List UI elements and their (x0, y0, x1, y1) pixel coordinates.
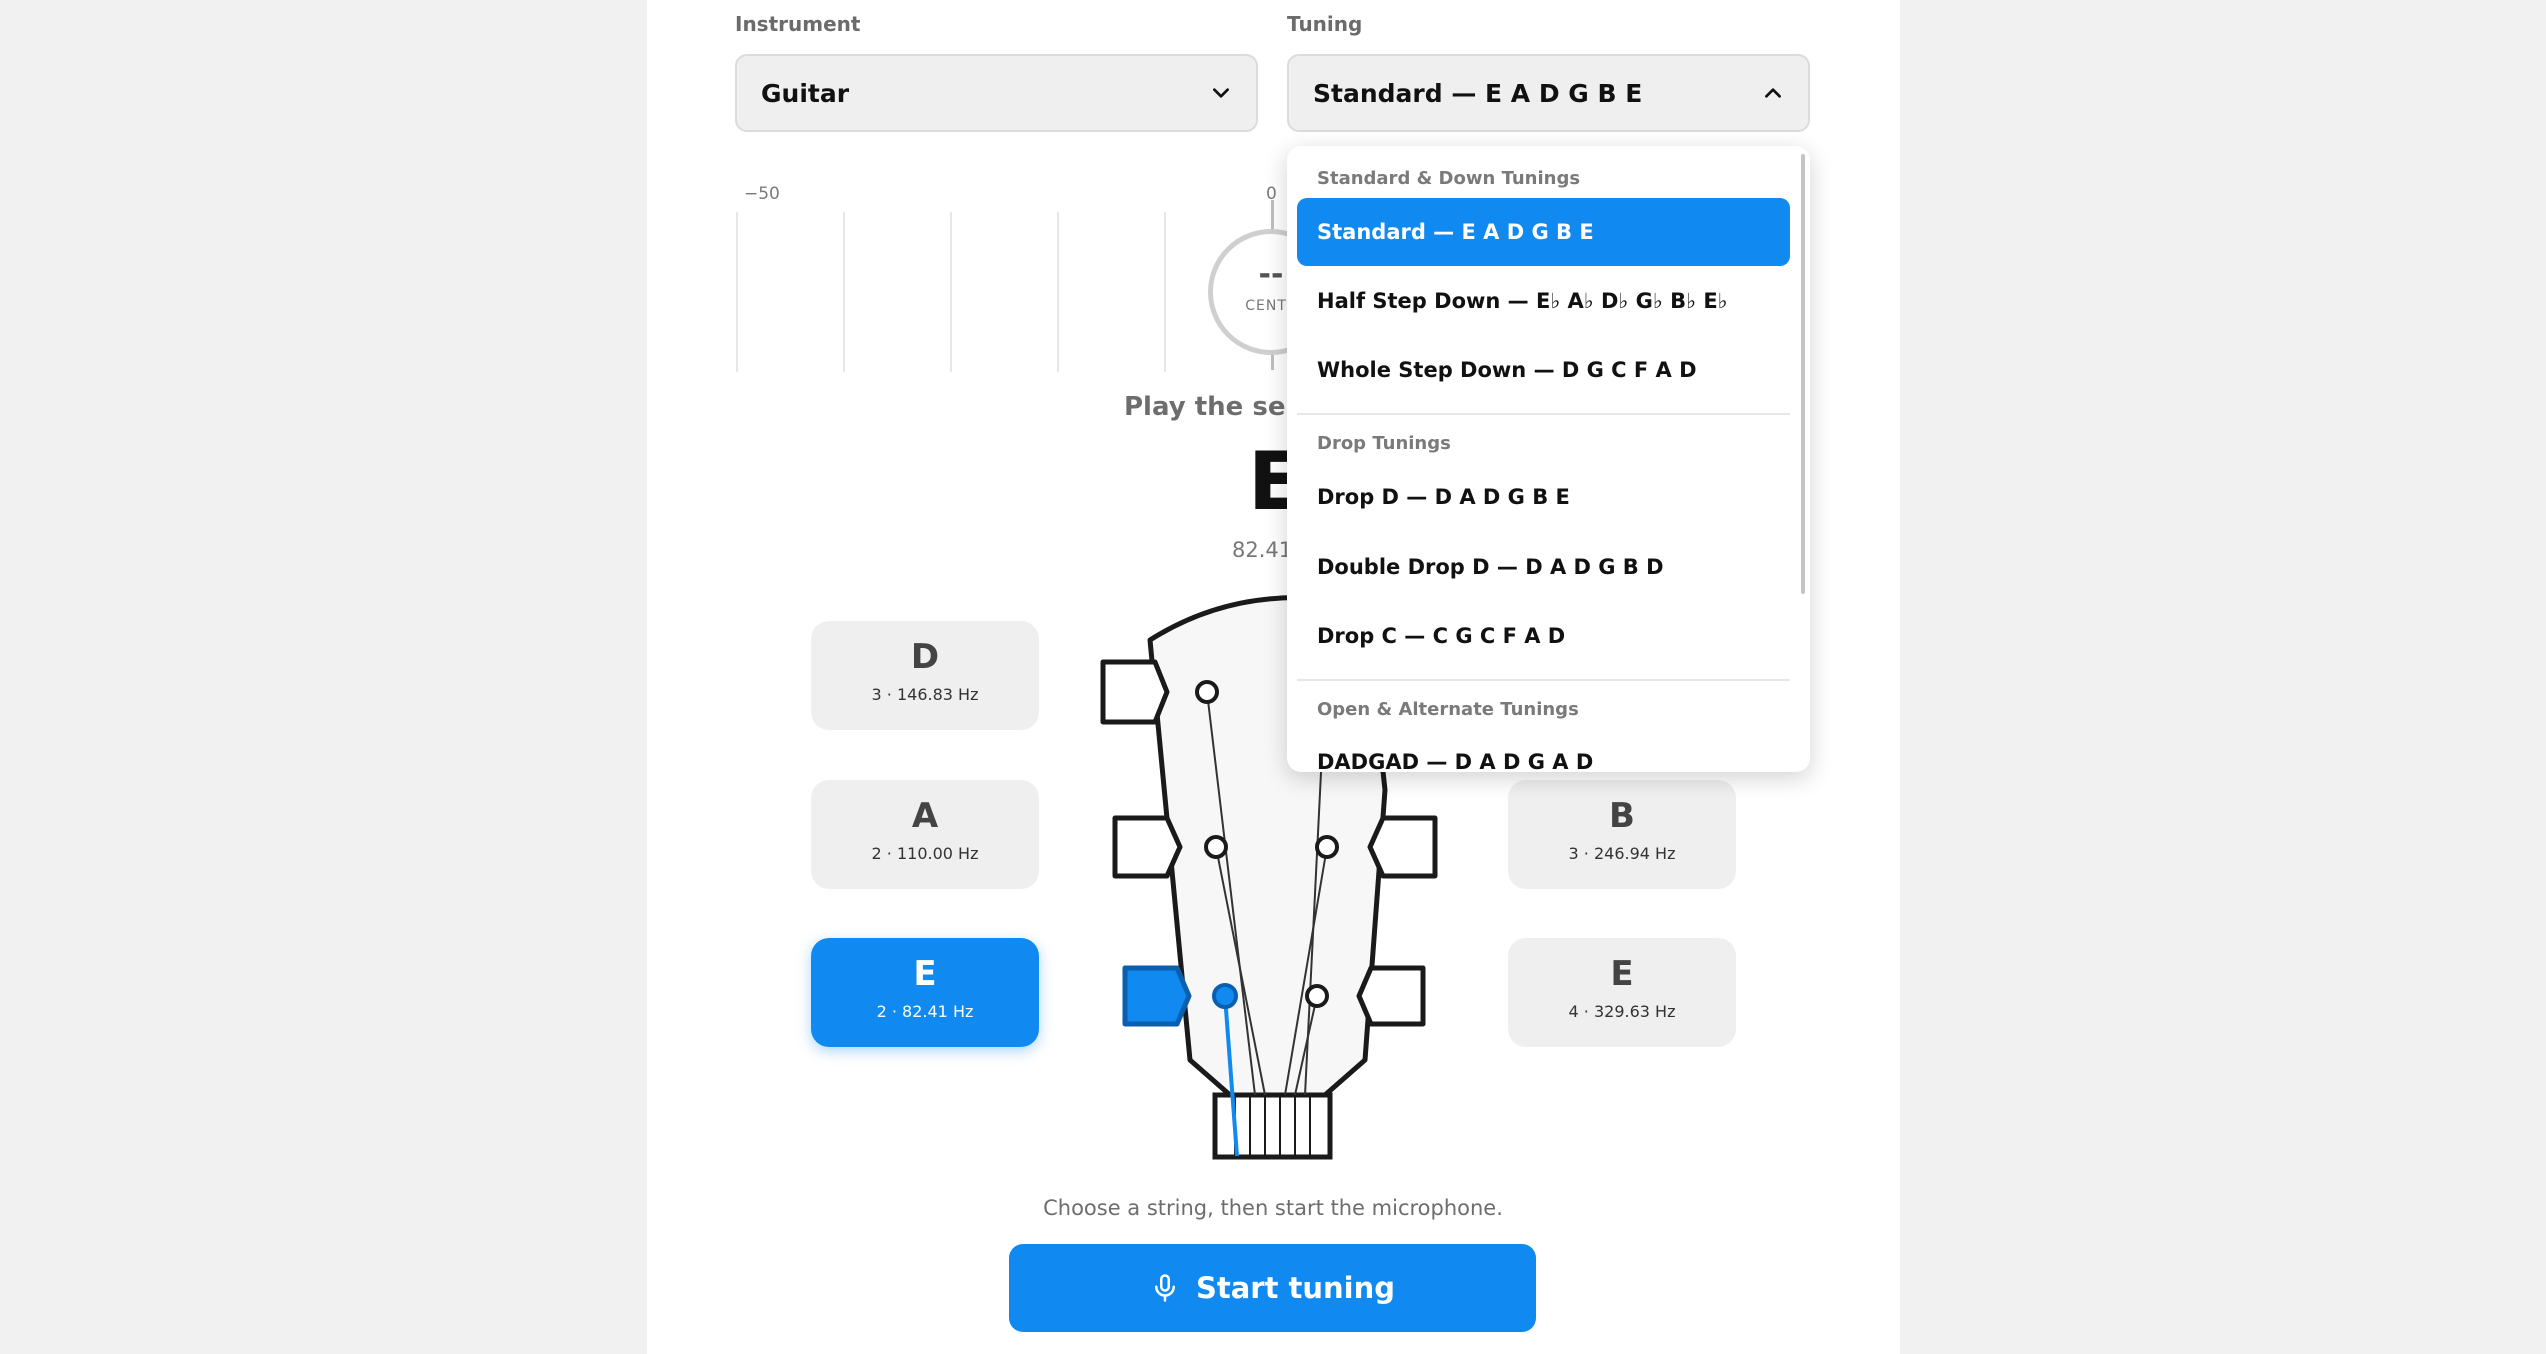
microphone-icon (1154, 1274, 1175, 1302)
instrument-label: Instrument (735, 12, 861, 36)
string-frequency: 2 · 82.41 Hz (876, 1002, 974, 1021)
string-frequency: 2 · 110.00 Hz (871, 844, 979, 863)
string-note: E (913, 954, 937, 994)
meter-center-marker (1271, 200, 1274, 230)
tuning-dropdown-menu[interactable]: Standard & Down Tunings Standard — E A D… (1287, 146, 1810, 772)
option-drop-d[interactable]: Drop D — D A D G B E (1297, 463, 1790, 531)
chevron-up-icon (1765, 88, 1781, 98)
option-whole-step-down[interactable]: Whole Step Down — D G C F A D (1297, 336, 1790, 404)
tuning-value: Standard — E A D G B E (1313, 78, 1643, 108)
group-divider (1297, 413, 1790, 415)
string-button-e2[interactable]: E 2 · 82.41 Hz (811, 938, 1039, 1047)
string-note: E (1610, 954, 1634, 994)
option-dadgad[interactable]: DADGAD — D A D G A D (1297, 728, 1790, 772)
instrument-select[interactable]: Guitar (735, 54, 1258, 132)
group-label-standard: Standard & Down Tunings (1317, 168, 1581, 189)
group-label-drop: Drop Tunings (1317, 433, 1451, 454)
string-frequency: 4 · 329.63 Hz (1568, 1002, 1676, 1021)
string-button-b3[interactable]: B 3 · 246.94 Hz (1508, 780, 1736, 889)
string-note: D (910, 637, 940, 677)
option-standard[interactable]: Standard — E A D G B E (1297, 198, 1790, 266)
meter-center-marker-bottom (1271, 354, 1274, 370)
string-button-d3[interactable]: D 3 · 146.83 Hz (811, 621, 1039, 730)
meter-tick (950, 212, 952, 372)
group-label-open: Open & Alternate Tunings (1317, 699, 1579, 720)
option-half-step-down[interactable]: Half Step Down — E♭ A♭ D♭ G♭ B♭ E♭ (1297, 267, 1790, 335)
meter-tick (843, 212, 845, 372)
instrument-value: Guitar (761, 78, 850, 108)
meter-tick (1057, 212, 1059, 372)
option-drop-c[interactable]: Drop C — C G C F A D (1297, 602, 1790, 670)
tuning-select[interactable]: Standard — E A D G B E (1287, 54, 1810, 132)
tuning-label: Tuning (1287, 12, 1363, 36)
dropdown-scrollbar[interactable] (1801, 154, 1805, 594)
meter-tick (1164, 212, 1166, 372)
string-frequency: 3 · 246.94 Hz (1568, 844, 1676, 863)
start-tuning-label: Start tuning (1195, 1271, 1396, 1305)
option-double-drop-d[interactable]: Double Drop D — D A D G B D (1297, 533, 1790, 601)
string-note: B (1609, 796, 1635, 836)
meter-tick (736, 212, 738, 372)
chevron-down-icon (1213, 88, 1229, 98)
string-button-a2[interactable]: A 2 · 110.00 Hz (811, 780, 1039, 889)
string-button-e4[interactable]: E 4 · 329.63 Hz (1508, 938, 1736, 1047)
cents-meter (736, 212, 1256, 372)
start-tuning-button[interactable]: Start tuning (1009, 1244, 1536, 1332)
string-note: A (911, 796, 939, 836)
group-divider (1297, 679, 1790, 681)
instruction-hint: Choose a string, then start the micropho… (1043, 1196, 1503, 1220)
meter-left-label: −50 (744, 184, 780, 204)
string-frequency: 3 · 146.83 Hz (871, 685, 979, 704)
